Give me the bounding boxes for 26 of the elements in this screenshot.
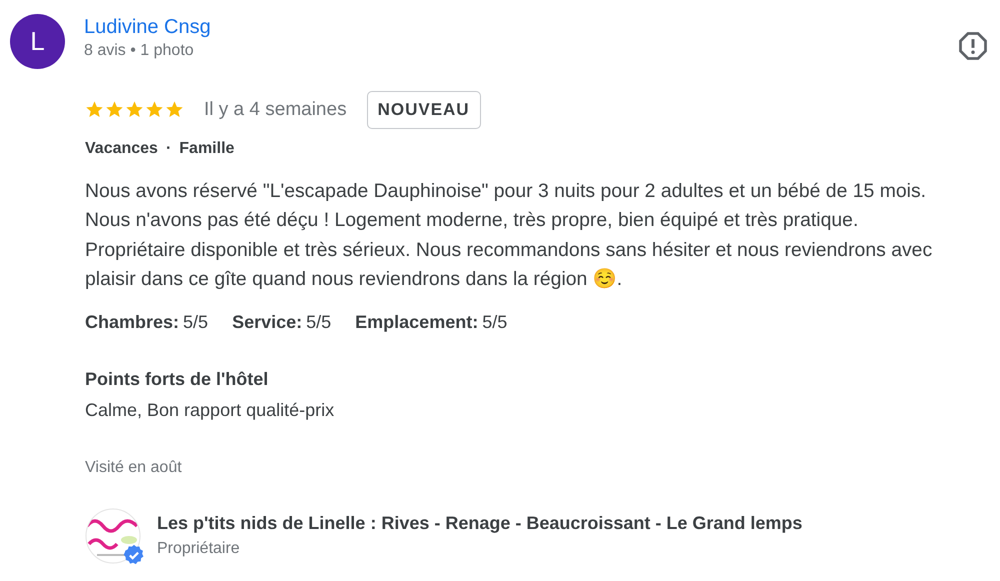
rating-value: 5/5 [183, 310, 208, 334]
owner-name: Les p'tits nids de Linelle : Rives - Renage - Beaucroissant - Le Grand lemps [157, 512, 802, 536]
star-icon [145, 100, 164, 120]
rating-label: Chambres: [85, 310, 180, 334]
review-text: Nous avons réservé "L'escapade Dauphinoise" pour 3 nuits pour 2 adultes et un bébé de 15 mois. Nous n'avons pas été déçu ! Logement moderne, très propre, bien équipé et très pratique. Propriétaire disponible et très sérieux. Nous recommandons sans hésiter et nous reviendrons avec plaisir dans ce gîte quand nous reviendrons dans la région ☺. [85, 178, 934, 292]
owner-role: Propriétaire [157, 539, 241, 560]
highlights-title: Points forts de l'hôtel [85, 368, 270, 391]
star-icon [125, 100, 144, 120]
separator-dot: · [166, 138, 172, 158]
reviewer-name[interactable]: Ludivine Cnsg [84, 14, 942, 40]
trip-tag: Famille [179, 136, 234, 160]
rating-label: Emplacement: [355, 310, 478, 334]
rating-label: Service: [232, 310, 302, 334]
star-icon [105, 100, 124, 120]
star-icon [165, 100, 184, 120]
rating-value: 5/5 [306, 310, 332, 334]
new-label: NOUVEAU [366, 91, 481, 128]
visit-date: Visité en août [85, 458, 183, 478]
trip-tag: Vacances [85, 136, 158, 160]
reviewer-stats: 8 avis • 1 photo [84, 41, 195, 61]
review-time: Il y a 4 semaines [204, 98, 347, 122]
rating-value: 5/5 [482, 310, 508, 334]
highlights-text: Calme, Bon rapport qualité-prix [85, 398, 336, 422]
report-icon[interactable] [958, 31, 988, 61]
star-icon [85, 100, 104, 120]
avatar[interactable]: L [10, 14, 65, 69]
